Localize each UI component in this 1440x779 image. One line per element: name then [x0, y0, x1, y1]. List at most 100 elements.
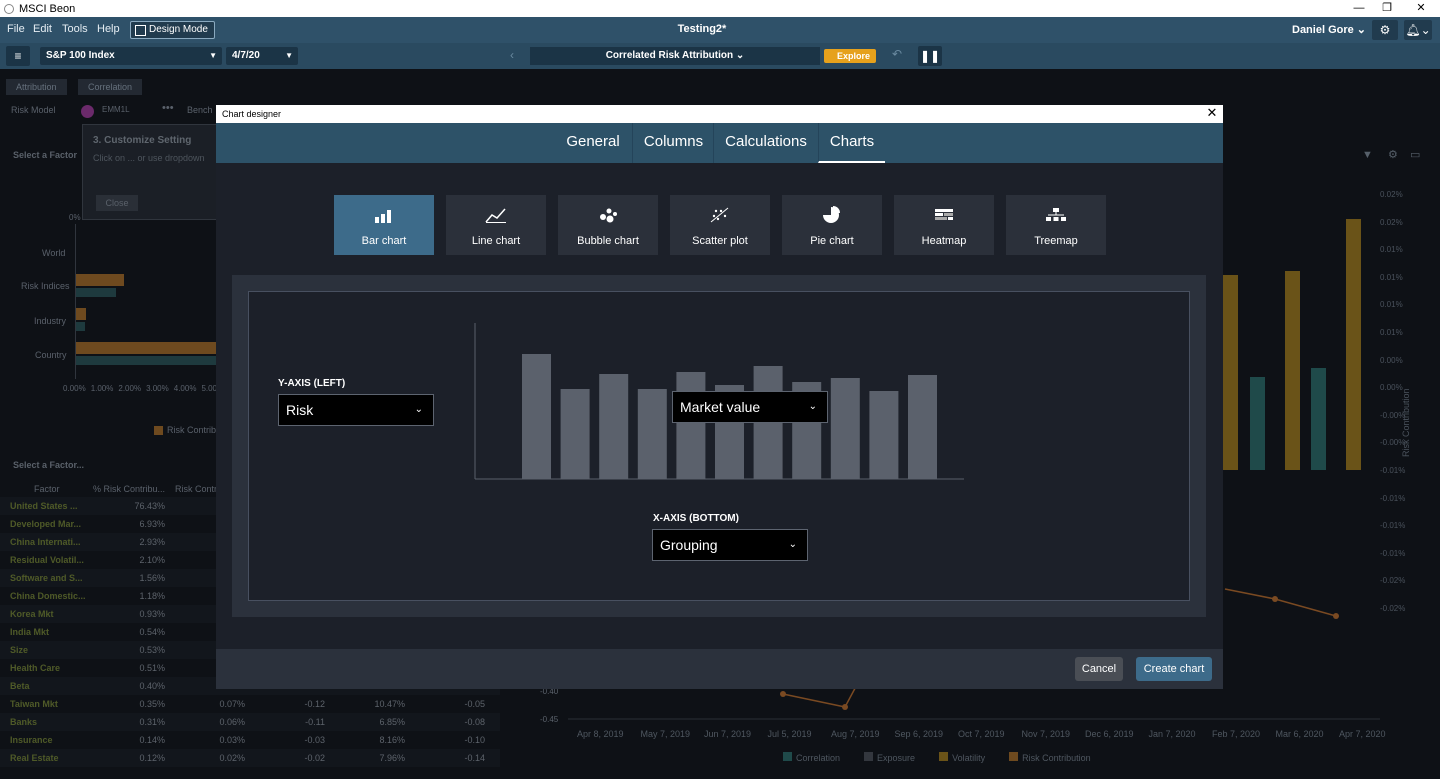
table-row[interactable]: Banks 0.31% 0.06% -0.11 6.85% -0.08 [0, 713, 500, 731]
chart-type-line[interactable]: Line chart [446, 195, 546, 255]
xtick: 1.00% [90, 384, 114, 393]
bar-risk-indices-a [76, 274, 124, 286]
chart-type-bubble[interactable]: Bubble chart [558, 195, 658, 255]
x-axis-select[interactable]: Grouping ⌄ [652, 529, 808, 561]
cancel-button[interactable]: Cancel [1075, 657, 1123, 681]
table-cell: 1.56% [139, 573, 165, 583]
table-cell: 6.85% [379, 717, 405, 727]
legend-volatility[interactable]: Volatility [939, 752, 985, 763]
gear-icon[interactable]: ⚙ [1372, 20, 1398, 40]
bell-icon[interactable]: 🔔︎⌄ [1404, 20, 1432, 40]
pie-chart-icon [782, 205, 882, 225]
minimize-icon[interactable]: — [1345, 0, 1373, 17]
date-select[interactable]: 4/7/20 ▼ [226, 47, 298, 65]
right-tick: -0.01% [1380, 521, 1406, 531]
x-date-tick: May 7, 2019 [640, 729, 691, 739]
preview-bar [522, 354, 551, 479]
table-cell: -0.14 [464, 753, 485, 763]
table-cell: 1.18% [139, 591, 165, 601]
dialog-title: Chart designer [222, 109, 282, 119]
legend-exposure[interactable]: Exposure [864, 752, 915, 763]
table-cell: 0.02% [219, 753, 245, 763]
close-icon[interactable]: ✕ [1205, 106, 1219, 120]
table-cell: 0.40% [139, 681, 165, 691]
bar-chart-icon [334, 205, 434, 225]
chart-type-bar[interactable]: Bar chart [334, 195, 434, 255]
customize-close-button[interactable]: Close [96, 195, 138, 211]
table-cell: Korea Mkt [10, 609, 54, 619]
chart-type-treemap[interactable]: Treemap [1006, 195, 1106, 255]
tab-charts[interactable]: Charts [818, 123, 885, 163]
explore-button[interactable]: Explore [824, 49, 876, 63]
table-row[interactable]: Real Estate 0.12% 0.02% -0.02 7.96% -0.14 [0, 749, 500, 767]
filter-icon[interactable]: ▼ [1362, 149, 1373, 161]
chart-type-heatmap[interactable]: Heatmap [894, 195, 994, 255]
x-date-tick: Sep 6, 2019 [894, 729, 944, 739]
table-header-risk-pct[interactable]: % Risk Contribu... [93, 484, 165, 494]
settings-icon[interactable]: ⚙ [1388, 148, 1398, 161]
series-select[interactable]: Market value ⌄ [672, 391, 828, 423]
tab-calculations[interactable]: Calculations [713, 123, 818, 163]
create-chart-button[interactable]: Create chart [1136, 657, 1212, 681]
risk-model-label: Risk Model [11, 105, 56, 115]
legend-correlation[interactable]: Correlation [783, 752, 840, 763]
bg-bar [1311, 368, 1326, 470]
table-row[interactable]: Insurance 0.14% 0.03% -0.03 8.16% -0.10 [0, 731, 500, 749]
preview-bar [830, 378, 860, 479]
chart-preview-panel: Y-AXIS (LEFT) Risk ⌄ Market value ⌄ X-AXIS… [232, 275, 1206, 617]
x-date-tick: Oct 7, 2019 [958, 729, 1005, 739]
y-axis-select[interactable]: Risk ⌄ [278, 394, 434, 426]
right-tick: -0.01% [1380, 466, 1406, 475]
preview-bar [869, 391, 899, 479]
chart-designer-dialog: Chart designer ✕ General Columns Calcula… [216, 105, 1223, 689]
chevron-down-icon: ⌄ [414, 404, 423, 415]
risk-model-value[interactable]: EMM1L [102, 105, 130, 114]
chart-type-pie[interactable]: Pie chart [782, 195, 882, 255]
undo-icon[interactable]: ↶ [892, 47, 902, 61]
table-cell: Residual Volatil... [10, 555, 84, 565]
close-window-icon[interactable]: ✕ [1407, 0, 1435, 17]
right-tick: 0.02% [1380, 217, 1403, 227]
hamburger-menu-icon[interactable]: ≡ [6, 46, 30, 66]
report-select[interactable]: Correlated Risk Attribution ⌄ [530, 47, 820, 65]
bg-legend: Correlation Exposure Volatility Risk Con… [783, 752, 1091, 763]
table-row[interactable]: Taiwan Mkt 0.35% 0.07% -0.12 10.47% -0.05 [0, 695, 500, 713]
table-cell: Software and S... [10, 573, 83, 583]
restore-icon[interactable]: ❐ [1373, 0, 1401, 17]
index-select[interactable]: S&P 100 Index ▼ [40, 47, 222, 65]
bar-xticks: 0.00% 1.00% 2.00% 3.00% 4.00% 5.00% [63, 384, 224, 393]
tab-general[interactable]: General [558, 123, 628, 163]
chart-type-label: Heatmap [921, 235, 967, 247]
table-header-risk-contr[interactable]: Risk Contr [175, 484, 217, 494]
xtick: 3.00% [146, 384, 169, 393]
table-cell: 0.35% [139, 699, 165, 709]
maximize-icon[interactable]: ▭ [1410, 148, 1420, 161]
table-cell: India Mkt [10, 627, 50, 637]
table-header-factor[interactable]: Factor [34, 484, 60, 494]
user-name: Daniel Gore [1292, 24, 1354, 36]
table-cell: 2.10% [139, 555, 165, 565]
more-icon[interactable]: ••• [162, 102, 174, 114]
tab-columns[interactable]: Columns [632, 123, 714, 163]
back-icon[interactable]: ‹ [510, 48, 514, 62]
right-tick: 0.00% [1380, 355, 1403, 365]
right-tick: 0.01% [1380, 300, 1403, 310]
right-tick: -0.02% [1380, 576, 1406, 586]
table-cell: Developed Mar... [10, 519, 82, 529]
dialog-title-bar: Chart designer ✕ [216, 105, 1223, 123]
dialog-footer: Cancel Create chart [216, 649, 1223, 689]
pause-icon[interactable]: ❚❚ [918, 46, 942, 66]
tab-attribution[interactable]: Attribution [6, 79, 67, 95]
select-factor-title: Select a Factor [13, 150, 78, 160]
chart-type-scatter[interactable]: Scatter plot [670, 195, 770, 255]
x-date-tick: Apr 7, 2020 [1339, 729, 1386, 739]
document-title: Testing2* [677, 23, 727, 35]
tab-correlation[interactable]: Correlation [78, 79, 143, 95]
x-date-tick: Apr 8, 2019 [577, 729, 624, 739]
legend-label: Risk Contribution [1022, 753, 1091, 763]
xtick: 0.00% [63, 384, 86, 393]
bg-bar [1223, 275, 1238, 470]
user-menu[interactable]: Daniel Gore ⌄ [1292, 23, 1366, 36]
legend-risk-contribution[interactable]: Risk Contribution [1009, 752, 1091, 763]
bar-industry-a [76, 308, 86, 320]
